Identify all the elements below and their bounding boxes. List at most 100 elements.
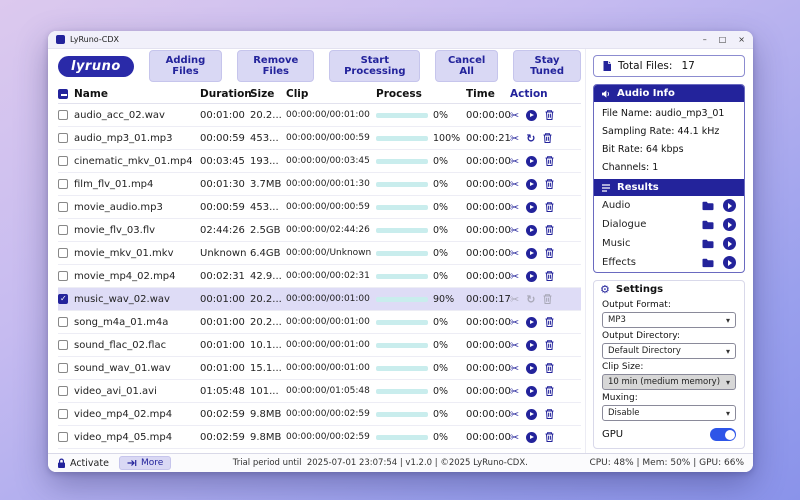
table-row[interactable]: video_avi_01.avi 01:05:48 101... 00:00:0…: [58, 380, 581, 403]
scissors-icon[interactable]: ✂: [510, 225, 519, 236]
stay-tuned-button[interactable]: Stay Tuned: [513, 50, 581, 82]
output-directory-select[interactable]: Default Directory ▾: [602, 343, 736, 359]
scissors-icon[interactable]: ✂: [510, 409, 519, 420]
maximize-button[interactable]: □: [719, 35, 727, 44]
row-checkbox[interactable]: [58, 271, 68, 281]
spinner-icon[interactable]: ↻: [526, 294, 535, 305]
trash-icon[interactable]: [544, 155, 555, 167]
adding-files-button[interactable]: Adding Files: [149, 50, 222, 82]
row-checkbox[interactable]: [58, 248, 68, 258]
trash-icon[interactable]: [544, 431, 555, 443]
row-checkbox[interactable]: [58, 409, 68, 419]
folder-icon[interactable]: [702, 258, 714, 268]
table-row[interactable]: movie_flv_03.flv 02:44:26 2.5GB 00:00:00…: [58, 219, 581, 242]
table-row[interactable]: music_wav_02.wav 00:01:00 20.2... 00:00:…: [58, 288, 581, 311]
trash-icon[interactable]: [544, 201, 555, 213]
cancel-all-button[interactable]: Cancel All: [435, 50, 498, 82]
scissors-icon[interactable]: ✂: [510, 432, 519, 443]
select-all-checkbox[interactable]: [58, 89, 68, 99]
trash-icon[interactable]: [542, 132, 553, 144]
folder-icon[interactable]: [702, 201, 714, 211]
row-checkbox[interactable]: [58, 340, 68, 350]
table-row[interactable]: song_m4a_01.m4a 00:01:00 20.2... 00:00:0…: [58, 311, 581, 334]
table-row[interactable]: audio_acc_02.wav 00:01:00 20.2... 00:00:…: [58, 104, 581, 127]
play-icon[interactable]: [526, 110, 537, 121]
row-checkbox[interactable]: [58, 225, 68, 235]
trash-icon[interactable]: [542, 293, 553, 305]
play-icon[interactable]: [723, 256, 736, 269]
row-checkbox[interactable]: [58, 363, 68, 373]
table-row[interactable]: sound_wav_01.wav 00:01:00 15.1... 00:00:…: [58, 357, 581, 380]
start-processing-button[interactable]: Start Processing: [329, 50, 420, 82]
scissors-icon[interactable]: ✂: [510, 294, 519, 305]
trash-icon[interactable]: [544, 339, 555, 351]
table-row[interactable]: audio_mp3_01.mp3 00:00:59 453... 00:00:0…: [58, 127, 581, 150]
scissors-icon[interactable]: ✂: [510, 179, 519, 190]
folder-icon[interactable]: [702, 220, 714, 230]
scissors-icon[interactable]: ✂: [510, 202, 519, 213]
table-row[interactable]: movie_mkv_01.mkv Unknown 6.4GB 00:00:00/…: [58, 242, 581, 265]
play-icon[interactable]: [526, 409, 537, 420]
clip-size-select[interactable]: 10 min (medium memory) ▾: [602, 374, 736, 390]
table-row[interactable]: film_flv_01.mp4 00:01:30 3.7MB 00:00:00/…: [58, 173, 581, 196]
table-row[interactable]: video_mp4_02.mp4 00:02:59 9.8MB 00:00:00…: [58, 403, 581, 426]
play-icon[interactable]: [526, 202, 537, 213]
play-icon[interactable]: [526, 271, 537, 282]
more-button[interactable]: More: [119, 456, 171, 470]
table-row[interactable]: movie_mp4_02.mp4 00:02:31 42.9... 00:00:…: [58, 265, 581, 288]
row-checkbox[interactable]: [58, 202, 68, 212]
scissors-icon[interactable]: ✂: [510, 363, 519, 374]
table-row[interactable]: sound_flac_02.flac 00:01:00 10.1... 00:0…: [58, 334, 581, 357]
close-button[interactable]: ×: [738, 35, 745, 44]
chevron-down-icon: ▾: [726, 316, 730, 325]
muxing-select[interactable]: Disable ▾: [602, 405, 736, 421]
table-row[interactable]: movie_audio.mp3 00:00:59 453... 00:00:00…: [58, 196, 581, 219]
trash-icon[interactable]: [544, 362, 555, 374]
scissors-icon[interactable]: ✂: [510, 340, 519, 351]
play-icon[interactable]: [526, 248, 537, 259]
scissors-icon[interactable]: ✂: [510, 110, 519, 121]
row-checkbox[interactable]: [58, 317, 68, 327]
scissors-icon[interactable]: ✂: [510, 248, 519, 259]
row-checkbox[interactable]: [58, 156, 68, 166]
row-checkbox[interactable]: [58, 386, 68, 396]
play-icon[interactable]: [526, 432, 537, 443]
play-icon[interactable]: [526, 340, 537, 351]
remove-files-button[interactable]: Remove Files: [237, 50, 314, 82]
row-checkbox[interactable]: [58, 110, 68, 120]
redo-icon[interactable]: ↻: [526, 133, 535, 144]
row-checkbox[interactable]: [58, 432, 68, 442]
trash-icon[interactable]: [544, 385, 555, 397]
trash-icon[interactable]: [544, 408, 555, 420]
row-checkbox[interactable]: [58, 294, 68, 304]
play-icon[interactable]: [526, 317, 537, 328]
table-row[interactable]: cinematic_mkv_01.mp4 00:03:45 193... 00:…: [58, 150, 581, 173]
scissors-icon[interactable]: ✂: [510, 156, 519, 167]
play-icon[interactable]: [723, 237, 736, 250]
trash-icon[interactable]: [544, 109, 555, 121]
play-icon[interactable]: [723, 218, 736, 231]
scissors-icon[interactable]: ✂: [510, 271, 519, 282]
play-icon[interactable]: [526, 156, 537, 167]
play-icon[interactable]: [526, 225, 537, 236]
trash-icon[interactable]: [544, 224, 555, 236]
minimize-button[interactable]: –: [703, 35, 707, 44]
trash-icon[interactable]: [544, 270, 555, 282]
play-icon[interactable]: [526, 179, 537, 190]
scissors-icon[interactable]: ✂: [510, 386, 519, 397]
row-checkbox[interactable]: [58, 179, 68, 189]
play-icon[interactable]: [723, 199, 736, 212]
trash-icon[interactable]: [544, 247, 555, 259]
trash-icon[interactable]: [544, 316, 555, 328]
folder-icon[interactable]: [702, 239, 714, 249]
play-icon[interactable]: [526, 363, 537, 374]
activate-button[interactable]: Activate: [57, 458, 109, 469]
gpu-toggle[interactable]: [710, 428, 736, 441]
scissors-icon[interactable]: ✂: [510, 133, 519, 144]
trash-icon[interactable]: [544, 178, 555, 190]
row-checkbox[interactable]: [58, 133, 68, 143]
table-row[interactable]: video_mp4_05.mp4 00:02:59 9.8MB 00:00:00…: [58, 426, 581, 449]
scissors-icon[interactable]: ✂: [510, 317, 519, 328]
play-icon[interactable]: [526, 386, 537, 397]
output-format-select[interactable]: MP3 ▾: [602, 312, 736, 328]
